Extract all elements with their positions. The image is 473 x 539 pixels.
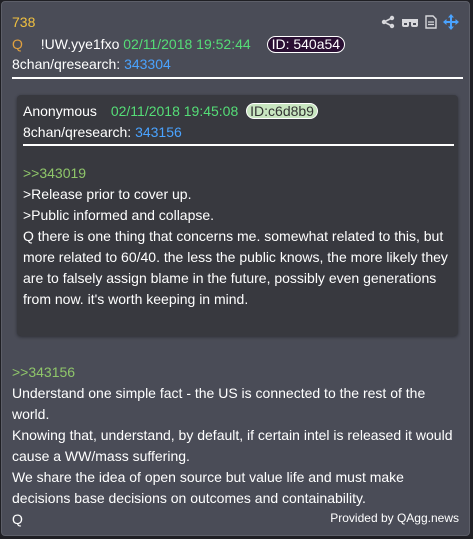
quoted-reply-link[interactable]: >>343019 (23, 163, 453, 184)
quoted-id-badge: ID:c6d8b9 (246, 103, 318, 119)
reply-link[interactable]: >>343156 (12, 362, 460, 383)
quoted-source: 8chan/qresearch: 343156 (23, 123, 182, 141)
body-line: We share the idea of open source but val… (12, 469, 404, 506)
quoted-divider (23, 144, 454, 146)
quoted-line: Q there is one thing that concerns me. s… (23, 228, 448, 307)
post-date: 02/11/2018 19:52:44 (123, 36, 251, 52)
quoted-header: Anonymous 02/11/2018 19:45:08 ID:c6d8b9 (23, 102, 318, 120)
post-header: Q !UW.yye1fxo 02/11/2018 19:52:44 ID: 54… (12, 35, 346, 53)
quoted-body: >>343019 >Release prior to cover up. >Pu… (23, 163, 453, 310)
body-line: Understand one simple fact - the US is c… (12, 385, 426, 422)
quoted-date: 02/11/2018 19:45:08 (110, 103, 239, 119)
move-icon[interactable] (443, 14, 459, 30)
quoted-post: Anonymous 02/11/2018 19:45:08 ID:c6d8b9 … (17, 95, 458, 336)
post-source: 8chan/qresearch: 343304 (12, 55, 171, 73)
post-toolbar (381, 14, 459, 30)
quoted-line: >Release prior to cover up. (23, 186, 192, 202)
tripcode: !UW.yye1fxo (40, 36, 120, 52)
document-icon[interactable] (425, 15, 437, 29)
post-number: 738 (12, 14, 36, 30)
share-icon[interactable] (381, 15, 395, 29)
source-label: 8chan/qresearch: (12, 56, 121, 72)
post-body: >>343156 Understand one simple fact - th… (12, 362, 460, 530)
provider-credit: Provided by QAgg.news (330, 511, 459, 525)
post-card: 738 Q !UW.yye1fxo 02/11/2018 19:52:44 ID… (1, 1, 470, 536)
quoted-author: Anonymous (23, 103, 97, 119)
glasses-icon[interactable] (401, 15, 419, 29)
body-line: Knowing that, understand, by default, if… (12, 427, 453, 464)
quoted-source-label: 8chan/qresearch: (23, 124, 132, 140)
source-link[interactable]: 343304 (124, 56, 171, 72)
quoted-line: >Public informed and collapse. (23, 207, 215, 223)
quoted-source-link[interactable]: 343156 (135, 124, 182, 140)
header-divider (12, 77, 463, 79)
q-marker: Q (12, 36, 23, 52)
poster-id-badge: ID: 540a54 (266, 36, 346, 53)
